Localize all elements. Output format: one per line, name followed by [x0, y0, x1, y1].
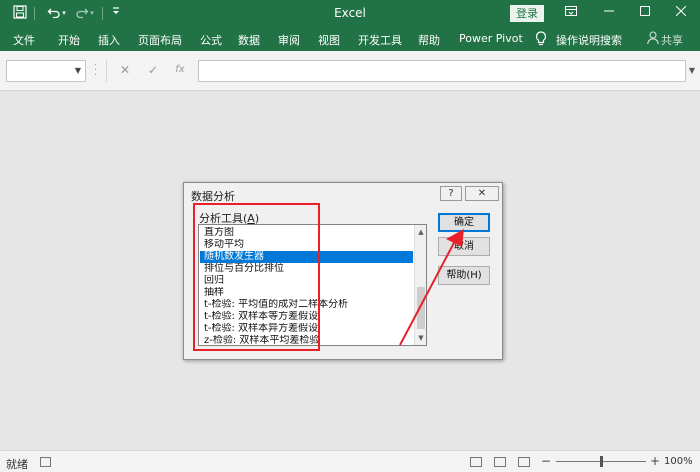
- list-item[interactable]: z-检验: 双样本平均差检验: [200, 335, 413, 345]
- ribbon-display-icon[interactable]: [560, 3, 582, 23]
- tab-review[interactable]: 审阅: [278, 32, 300, 48]
- scroll-thumb[interactable]: [417, 287, 425, 329]
- scroll-down-icon[interactable]: ▼: [415, 332, 426, 344]
- scroll-up-icon[interactable]: ▲: [415, 226, 426, 238]
- dialog-close-icon[interactable]: ✕: [465, 186, 499, 201]
- formula-buttons: ✕ ✓ fx: [106, 60, 194, 82]
- zoom-level[interactable]: 100%: [664, 456, 693, 467]
- undo-dropdown-icon[interactable]: ▾: [60, 5, 68, 21]
- list-item[interactable]: 排位与百分比排位: [200, 263, 413, 275]
- list-scrollbar[interactable]: ▲ ▼: [414, 225, 426, 345]
- analysis-tools-list[interactable]: 直方图 移动平均 随机数发生器 排位与百分比排位 回归 抽样 t-检验: 平均值…: [198, 224, 427, 346]
- list-item[interactable]: 抽样: [200, 287, 413, 299]
- tab-developer[interactable]: 开发工具: [358, 32, 402, 48]
- zoom-slider-thumb[interactable]: [600, 456, 603, 467]
- status-ready: 就绪: [6, 458, 28, 471]
- tab-file[interactable]: 文件: [13, 32, 35, 48]
- cancel-formula-button[interactable]: ✕: [115, 63, 135, 77]
- list-item[interactable]: t-检验: 双样本等方差假设: [200, 311, 413, 323]
- title-separator: [34, 7, 35, 20]
- tab-view[interactable]: 视图: [318, 32, 340, 48]
- list-item[interactable]: 回归: [200, 275, 413, 287]
- zoom-in-icon[interactable]: +: [650, 454, 660, 468]
- lightbulb-icon: [535, 31, 549, 47]
- tab-data[interactable]: 数据: [238, 32, 260, 48]
- app-title: Excel: [334, 6, 366, 20]
- normal-view-icon[interactable]: [470, 457, 482, 467]
- redo-dropdown-icon[interactable]: ▾: [88, 5, 96, 21]
- formula-bar-grip-icon[interactable]: · · ·: [94, 61, 98, 81]
- tab-insert[interactable]: 插入: [98, 32, 120, 48]
- list-item[interactable]: t-检验: 双样本异方差假设: [200, 323, 413, 335]
- ok-button[interactable]: 确定: [438, 213, 490, 232]
- name-box-dropdown-icon[interactable]: ▼: [75, 66, 81, 75]
- status-bar: 就绪 − + 100%: [0, 450, 700, 472]
- zoom-out-icon[interactable]: −: [541, 454, 551, 468]
- customize-qat-icon[interactable]: [108, 5, 124, 21]
- accessibility-icon[interactable]: [40, 457, 51, 467]
- help-button[interactable]: 帮助(H): [438, 266, 490, 285]
- insert-function-button[interactable]: fx: [170, 64, 190, 75]
- ribbon-tab-bar: 文件 开始 插入 页面布局 公式 数据 审阅 视图 开发工具 帮助 Power …: [0, 27, 700, 51]
- title-separator: [102, 7, 103, 20]
- page-break-view-icon[interactable]: [518, 457, 530, 467]
- tell-me-search[interactable]: 操作说明搜索: [556, 32, 622, 48]
- expand-formula-bar-icon[interactable]: ▼: [686, 60, 698, 82]
- close-icon[interactable]: [670, 3, 692, 23]
- maximize-icon[interactable]: [634, 3, 656, 23]
- tab-help[interactable]: 帮助: [418, 32, 440, 48]
- list-item[interactable]: 直方图: [200, 227, 413, 239]
- share-icon[interactable]: [647, 31, 659, 48]
- page-layout-view-icon[interactable]: [494, 457, 506, 467]
- share-button[interactable]: 共享: [661, 32, 683, 48]
- tab-power-pivot[interactable]: Power Pivot: [459, 32, 523, 45]
- title-bar: ▾ ▾ Excel 登录: [0, 0, 700, 27]
- tab-formulas[interactable]: 公式: [200, 32, 222, 48]
- dialog-title: 数据分析: [191, 190, 235, 203]
- name-box[interactable]: ▼: [6, 60, 86, 82]
- minimize-icon[interactable]: [598, 3, 620, 23]
- list-item[interactable]: t-检验: 平均值的成对二样本分析: [200, 299, 413, 311]
- save-icon[interactable]: [12, 5, 28, 21]
- enter-formula-button[interactable]: ✓: [143, 63, 163, 77]
- tab-home[interactable]: 开始: [58, 32, 80, 48]
- login-button[interactable]: 登录: [510, 5, 544, 22]
- formula-input[interactable]: [198, 60, 686, 82]
- tab-page-layout[interactable]: 页面布局: [138, 32, 182, 48]
- data-analysis-dialog: 数据分析 ? ✕ 分析工具(A) 直方图 移动平均 随机数发生器 排位与百分比排…: [183, 182, 503, 360]
- dialog-help-icon[interactable]: ?: [440, 186, 462, 201]
- cancel-button[interactable]: 取消: [438, 237, 490, 256]
- list-item[interactable]: 移动平均: [200, 239, 413, 251]
- formula-bar: ▼ · · · ✕ ✓ fx ▼: [0, 51, 700, 91]
- list-item-selected[interactable]: 随机数发生器: [200, 251, 413, 263]
